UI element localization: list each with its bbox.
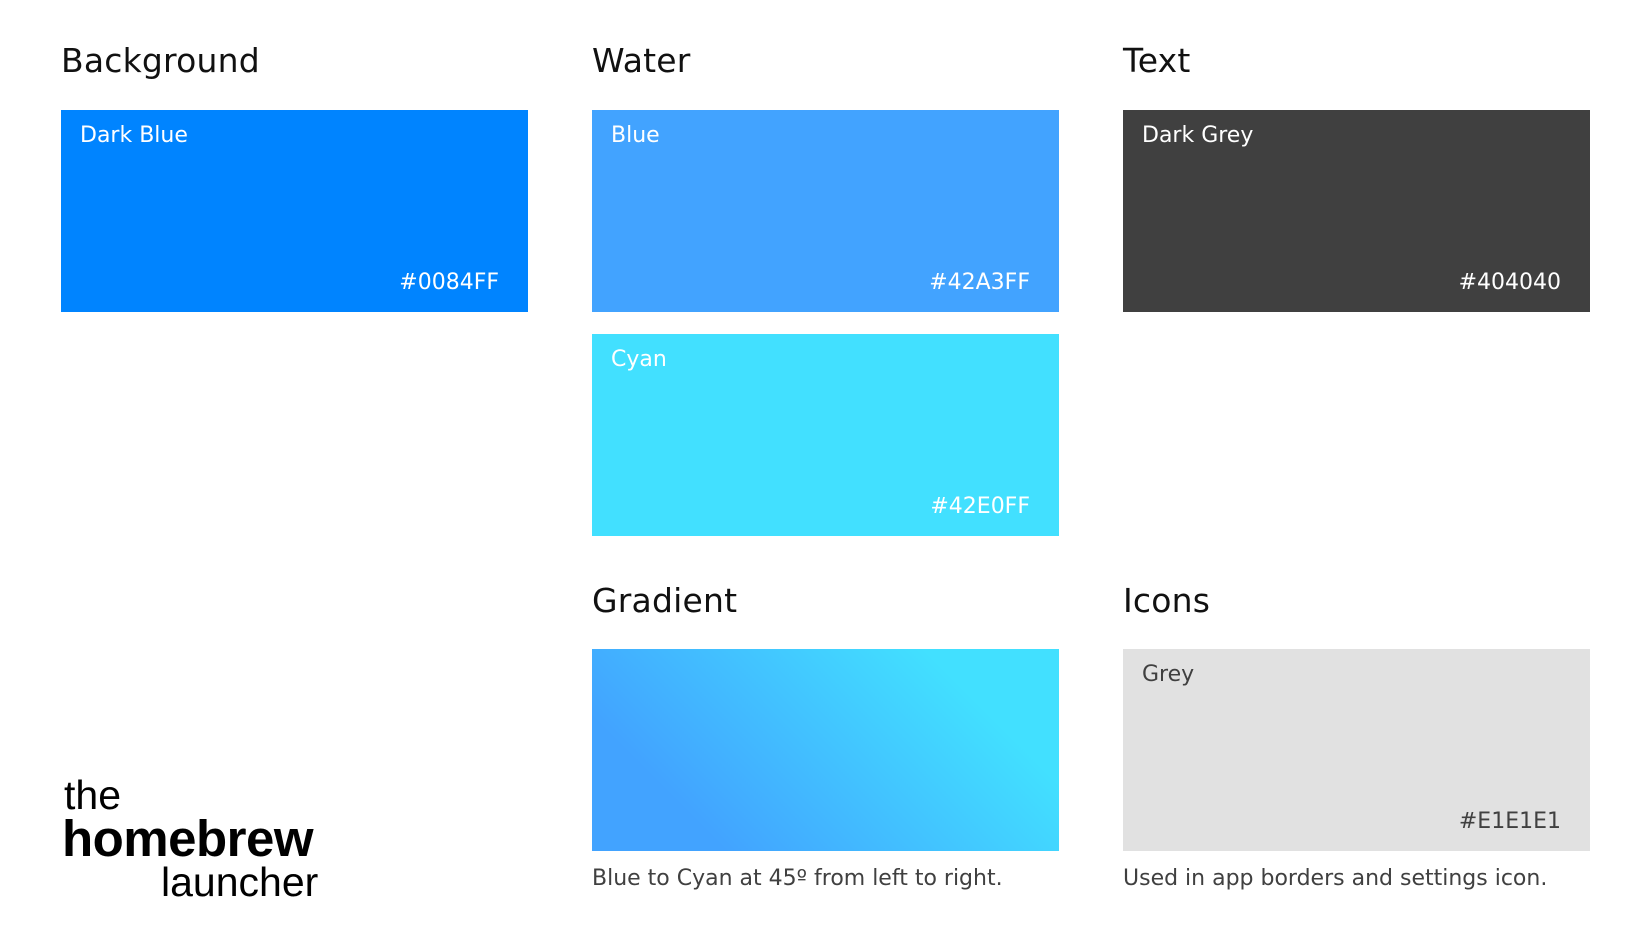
swatch-hex: #404040 (1458, 269, 1561, 295)
swatch-name: Dark Grey (1142, 123, 1254, 148)
heading-water: Water (592, 41, 691, 80)
heading-icons: Icons (1123, 581, 1211, 620)
heading-background: Background (61, 41, 260, 80)
heading-text: Text (1123, 41, 1191, 80)
swatch-name: Blue (611, 123, 660, 148)
swatch-dark-blue: Dark Blue #0084FF (61, 110, 528, 312)
logo-line-homebrew: homebrew (62, 810, 314, 867)
swatch-hex: #42E0FF (930, 493, 1030, 519)
heading-gradient: Gradient (592, 581, 738, 620)
swatch-grey: Grey #E1E1E1 (1123, 649, 1590, 851)
swatch-gradient (592, 649, 1059, 851)
swatch-name: Cyan (611, 347, 667, 372)
swatch-hex: #E1E1E1 (1458, 808, 1561, 834)
swatch-blue: Blue #42A3FF (592, 110, 1059, 312)
homebrew-launcher-logo: the homebrew launcher (62, 775, 362, 905)
logo-line-launcher: launcher (161, 859, 319, 905)
swatch-name: Dark Blue (80, 123, 188, 148)
swatch-dark-grey: Dark Grey #404040 (1123, 110, 1590, 312)
swatch-name: Grey (1142, 662, 1195, 687)
swatch-cyan: Cyan #42E0FF (592, 334, 1059, 536)
gradient-caption: Blue to Cyan at 45º from left to right. (592, 866, 1003, 891)
icons-caption: Used in app borders and settings icon. (1123, 866, 1548, 891)
swatch-hex: #0084FF (399, 269, 499, 295)
swatch-hex: #42A3FF (929, 269, 1030, 295)
